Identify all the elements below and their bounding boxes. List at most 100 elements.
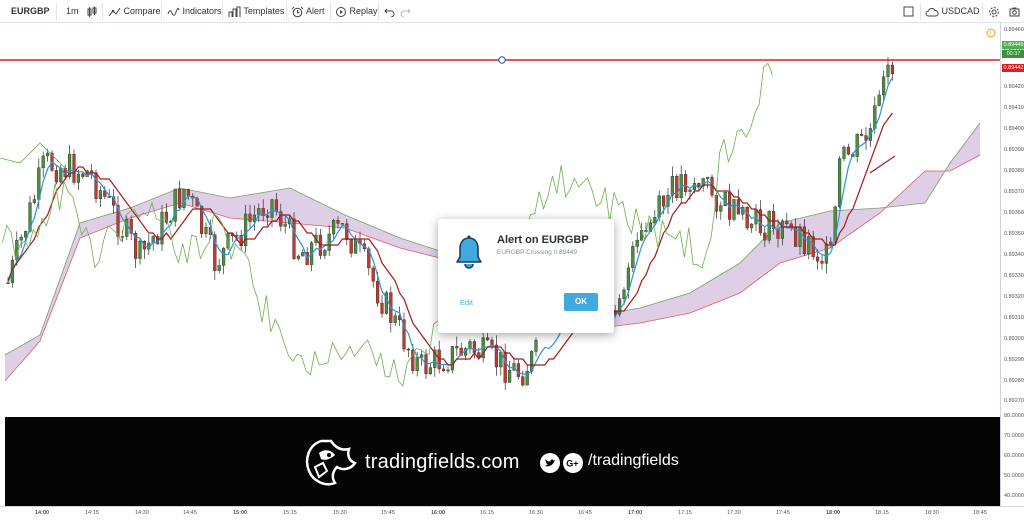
price-scale-label: 0.89420 xyxy=(1004,84,1024,90)
undo-button[interactable] xyxy=(384,0,395,22)
price-scale-label: 0.89360 xyxy=(1004,210,1024,216)
time-axis-label: 18:45 xyxy=(973,510,987,516)
save-layout-button[interactable]: USDCAD xyxy=(925,0,980,22)
oscillator-scale-label: 70.0000 xyxy=(1004,433,1024,439)
twitter-icon xyxy=(540,453,560,473)
compare-button[interactable]: Compare xyxy=(108,0,161,22)
camera-icon xyxy=(1009,7,1020,17)
alert-button[interactable]: Alert xyxy=(291,0,325,22)
alert-label: Alert xyxy=(306,6,325,16)
price-scale-label: 0.89340 xyxy=(1004,252,1024,258)
symbol-label: EURGBP xyxy=(11,6,50,16)
symbol-search[interactable]: EURGBP xyxy=(11,0,50,22)
price-scale-label: 0.89390 xyxy=(1004,147,1024,153)
google-plus-icon: G+ xyxy=(563,453,583,473)
toolbar-divider xyxy=(330,3,331,20)
time-axis-label: 15:45 xyxy=(381,510,395,516)
price-scale-label: 0.89400 xyxy=(1004,126,1024,132)
ok-button[interactable]: OK xyxy=(564,293,598,311)
time-axis-label: 14:00 xyxy=(35,510,50,516)
oscillator-scale-label: 80.0000 xyxy=(1004,413,1024,419)
replay-icon xyxy=(336,6,346,17)
price-scale-label: 0.89350 xyxy=(1004,231,1024,237)
fullscreen-button[interactable] xyxy=(903,0,914,22)
gear-icon xyxy=(989,6,999,17)
camera-button[interactable] xyxy=(1009,0,1020,22)
compare-icon xyxy=(108,7,121,16)
price-scale[interactable]: 0.894600.894400.894300.894200.894100.894… xyxy=(1000,23,1024,506)
top-toolbar: EURGBP 1m Compare Indicators Templates A… xyxy=(0,0,1024,23)
toolbar-divider xyxy=(286,3,287,20)
time-axis-label: 18:30 xyxy=(925,510,939,516)
currency-label: USDCAD xyxy=(941,6,980,16)
replay-button[interactable]: Replay xyxy=(335,0,378,22)
warning-icon-mark: ! xyxy=(990,31,992,38)
templates-label: Templates xyxy=(243,6,285,16)
time-axis-label: 18:15 xyxy=(875,510,889,516)
price-scale-label: 0.89410 xyxy=(1004,105,1024,111)
oscillator-scale-label: 50.0000 xyxy=(1004,473,1024,479)
alert-dialog-message: EURGBP Crossing 0.89449 xyxy=(497,249,578,256)
alert-dialog: Alert on EURGBP EURGBP Crossing 0.89449 … xyxy=(438,219,614,333)
indicators-icon xyxy=(167,7,180,16)
toolbar-divider xyxy=(222,3,223,20)
time-axis-label: 17:30 xyxy=(727,510,741,516)
toolbar-divider xyxy=(102,3,103,20)
time-axis-label: 15:30 xyxy=(333,510,347,516)
alarm-clock-icon xyxy=(291,6,304,17)
templates-button[interactable]: Templates xyxy=(228,0,284,22)
time-axis-label: 15:00 xyxy=(233,510,248,516)
settings-button[interactable] xyxy=(988,0,1000,22)
current-price-badge: 0.89449 xyxy=(1002,41,1024,49)
edit-alert-link[interactable]: Edit xyxy=(460,298,473,307)
time-axis-label: 14:45 xyxy=(183,510,197,516)
candles-icon xyxy=(87,6,97,17)
social-handle: /tradingfields xyxy=(588,452,679,469)
redo-button[interactable] xyxy=(400,0,411,22)
price-scale-label: 0.89280 xyxy=(1004,378,1024,384)
compare-label: Compare xyxy=(123,6,161,16)
price-scale-label: 0.89320 xyxy=(1004,294,1024,300)
price-scale-label: 0.89290 xyxy=(1004,357,1024,363)
price-scale-label: 0.89300 xyxy=(1004,336,1024,342)
toolbar-divider xyxy=(56,3,57,20)
time-axis-label: 14:30 xyxy=(135,510,149,516)
templates-icon xyxy=(228,6,241,17)
bell-icon xyxy=(456,235,482,269)
time-axis-label: 16:00 xyxy=(431,510,446,516)
indicators-button[interactable]: Indicators xyxy=(167,0,222,22)
undo-icon xyxy=(384,8,395,18)
redo-icon xyxy=(400,8,411,18)
cloud-icon xyxy=(925,7,939,17)
time-axis[interactable]: 14:00 14:15 14:30 14:45 15:00 15:15 15:30 15:45… xyxy=(0,506,1024,520)
bar-countdown-badge: 00:37 xyxy=(1002,50,1024,58)
brand-name: tradingfields.com xyxy=(365,451,520,473)
time-axis-label: 14:15 xyxy=(85,510,99,516)
interval-label: 1m xyxy=(66,6,79,16)
interval-button[interactable]: 1m xyxy=(66,0,79,22)
oscillator-scale-label: 60.0000 xyxy=(1004,453,1024,459)
time-axis-label: 17:00 xyxy=(628,510,643,516)
square-icon xyxy=(903,6,914,17)
chart-type-button[interactable] xyxy=(86,0,98,22)
replay-label: Replay xyxy=(349,6,378,16)
time-axis-label: 18:00 xyxy=(826,510,841,516)
svg-text:G+: G+ xyxy=(566,459,578,469)
toolbar-divider xyxy=(161,3,162,20)
watermark-banner: tradingfields.com G+ /tradingfields xyxy=(5,417,1000,506)
alert-dialog-title: Alert on EURGBP xyxy=(497,234,589,246)
alert-line-handle[interactable] xyxy=(498,56,506,64)
price-scale-label: 0.89310 xyxy=(1004,315,1024,321)
oscillator-scale-label: 40.0000 xyxy=(1004,493,1024,499)
toolbar-divider xyxy=(920,3,921,20)
price-scale-label: 0.89460 xyxy=(1004,27,1024,33)
time-axis-label: 17:15 xyxy=(678,510,692,516)
alert-price-badge: 0.89442 xyxy=(1002,64,1024,72)
indicators-label: Indicators xyxy=(182,6,222,16)
toolbar-divider xyxy=(982,3,983,20)
time-axis-label: 15:15 xyxy=(283,510,297,516)
price-scale-label: 0.89270 xyxy=(1004,398,1024,404)
price-scale-label: 0.89330 xyxy=(1004,273,1024,279)
toolbar-divider xyxy=(378,3,379,20)
time-axis-label: 16:45 xyxy=(578,510,592,516)
